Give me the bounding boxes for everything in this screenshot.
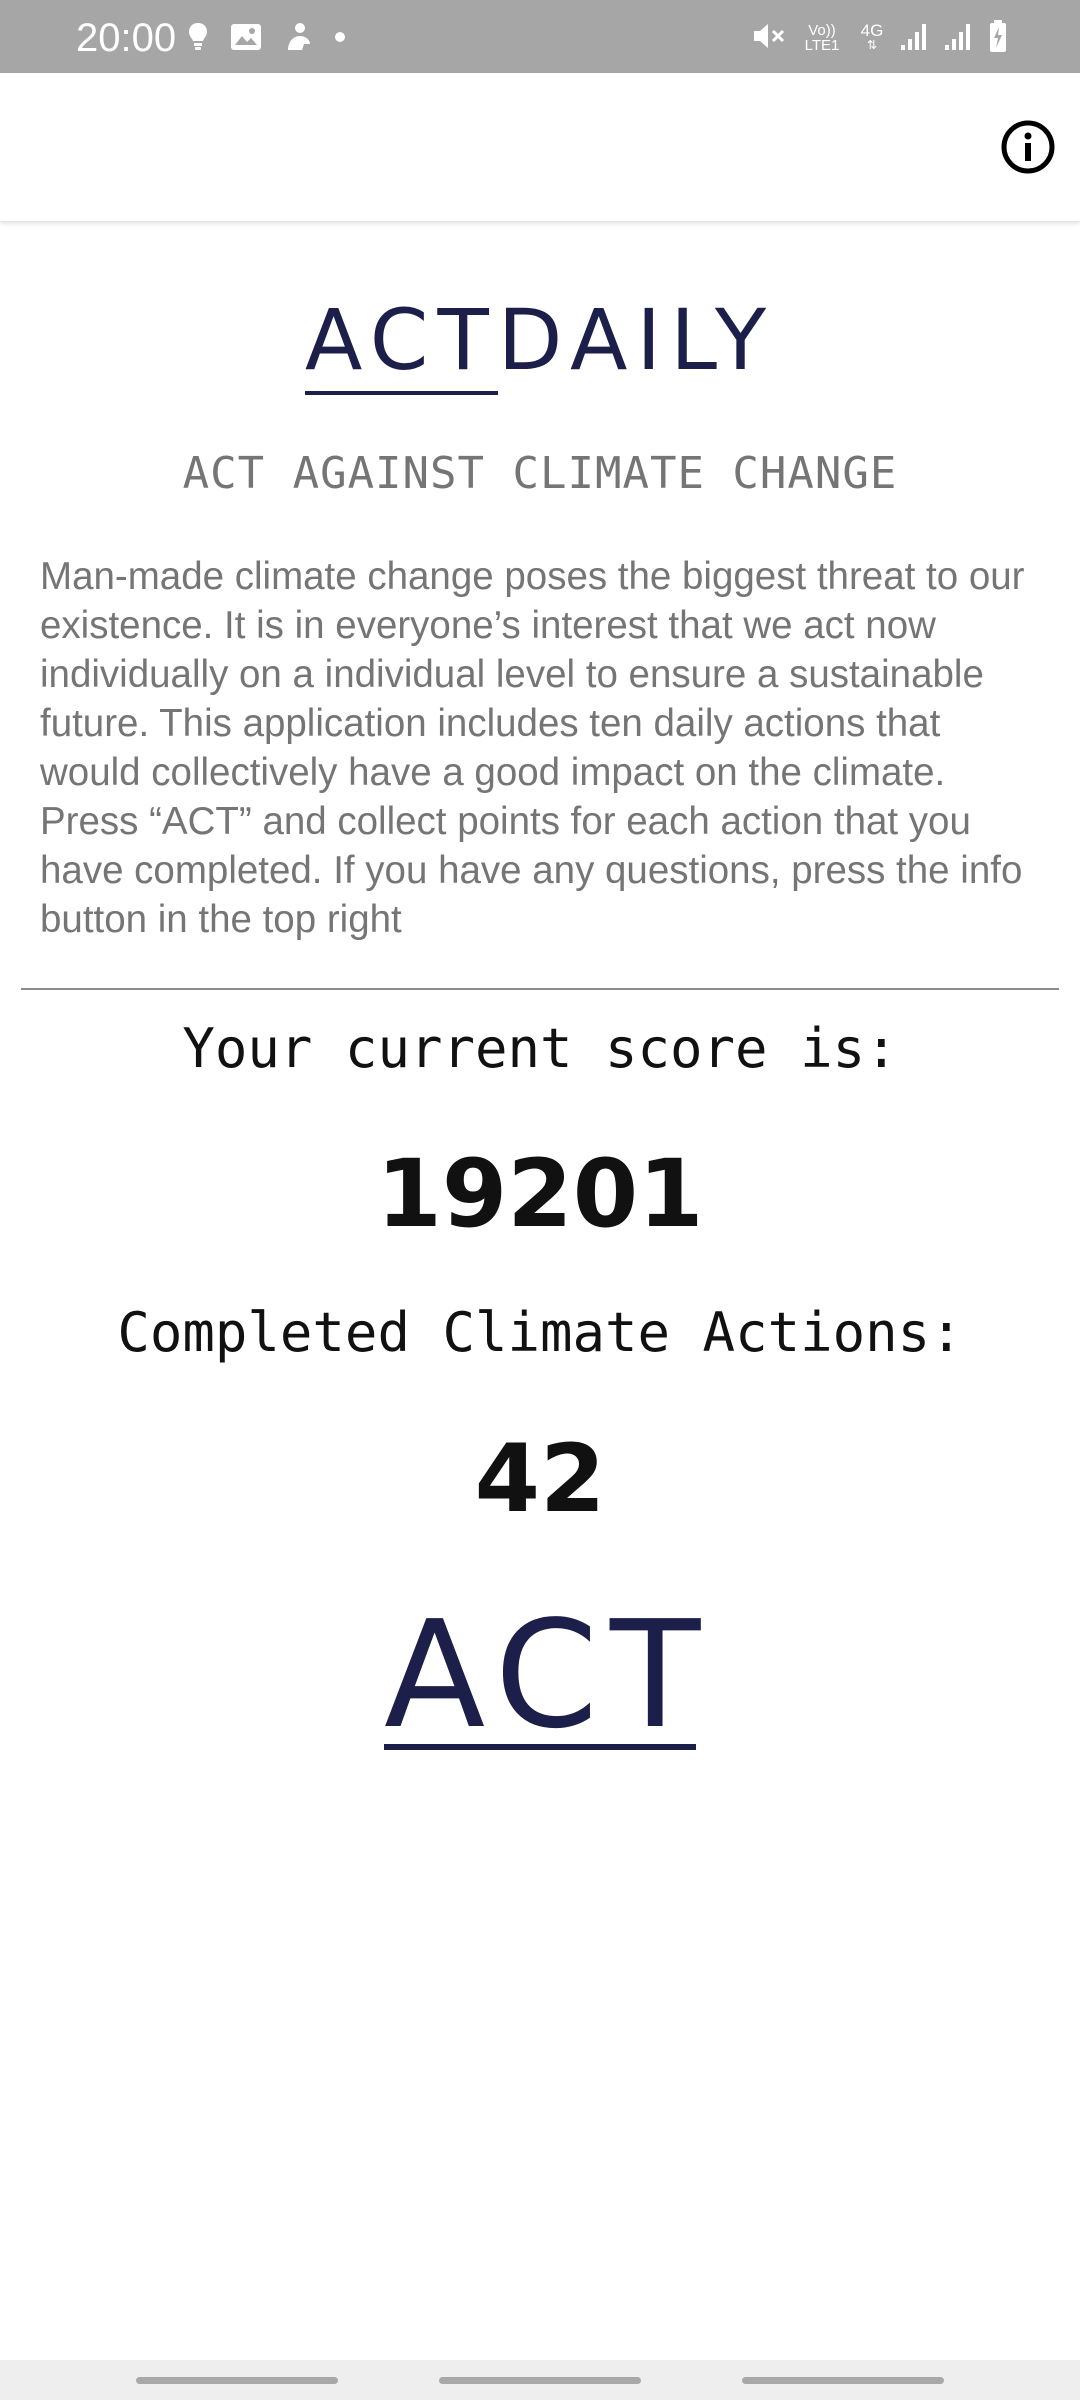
logo-act-part: ACT bbox=[304, 291, 498, 395]
signal-icon-2 bbox=[944, 21, 974, 56]
dot-icon bbox=[334, 30, 346, 48]
completed-actions-label: Completed Climate Actions: bbox=[117, 1301, 963, 1364]
subtitle: ACT AGAINST CLIMATE CHANGE bbox=[182, 448, 898, 499]
act-button-underline bbox=[384, 1744, 696, 1750]
volte-icon: Vo)) LTE1 bbox=[800, 23, 844, 53]
data-arrows-icon: ⇅ bbox=[866, 38, 878, 52]
status-bar: 20:00 Vo)) LTE1 4G ⇅ bbox=[0, 0, 1080, 73]
lightbulb-icon bbox=[188, 22, 208, 57]
volte-bottom-label: LTE1 bbox=[804, 37, 840, 54]
divider bbox=[21, 988, 1059, 990]
volte-top-label: Vo)) bbox=[808, 22, 836, 39]
network-label: 4G bbox=[860, 21, 884, 40]
score-label: Your current score is: bbox=[182, 1017, 898, 1080]
4g-icon: 4G ⇅ bbox=[858, 21, 886, 53]
person-icon bbox=[284, 22, 312, 57]
completed-actions-value: 42 bbox=[474, 1425, 606, 1534]
nav-home-button[interactable] bbox=[439, 2377, 641, 2384]
image-icon bbox=[230, 23, 262, 56]
status-icons-right: Vo)) LTE1 4G ⇅ bbox=[752, 19, 1008, 58]
info-icon bbox=[1001, 120, 1055, 174]
status-icons-left bbox=[188, 22, 346, 56]
navigation-bar bbox=[0, 2360, 1080, 2400]
act-button[interactable]: ACT bbox=[384, 1600, 700, 1760]
nav-back-button[interactable] bbox=[742, 2377, 944, 2384]
app-bar bbox=[0, 73, 1080, 222]
signal-icon bbox=[900, 21, 930, 56]
nav-recents-button[interactable] bbox=[136, 2377, 338, 2384]
battery-charging-icon bbox=[988, 19, 1008, 58]
description-text: Man-made climate change poses the bigges… bbox=[40, 555, 1025, 941]
app-logo: ACTDAILY bbox=[0, 290, 1080, 395]
info-button[interactable] bbox=[998, 117, 1058, 177]
score-value: 19201 bbox=[376, 1140, 704, 1249]
status-time: 20:00 bbox=[76, 16, 177, 60]
logo-daily-part: DAILY bbox=[497, 291, 776, 389]
mute-icon bbox=[752, 20, 786, 57]
